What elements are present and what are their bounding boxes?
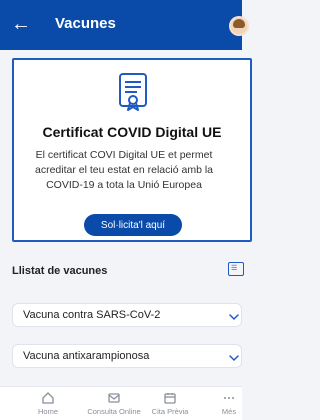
back-arrow-icon[interactable]: ← xyxy=(10,12,32,36)
vaccine-item-sarscov2[interactable]: Vacuna contra SARS-CoV-2 xyxy=(12,303,242,327)
nav-mes[interactable]: Més xyxy=(216,391,242,417)
nav-consulta-online[interactable]: Consulta Online xyxy=(87,391,141,417)
certificate-icon xyxy=(119,73,147,111)
covid-certificate-card: Certificat COVID Digital UE El certifica… xyxy=(12,58,252,242)
chevron-down-icon xyxy=(229,350,239,361)
vaccine-item-label: Vacuna contra SARS-CoV-2 xyxy=(23,309,161,321)
vaccine-item-antixarampionosa[interactable]: Vacuna antixarampionosa xyxy=(12,344,242,368)
vaccines-list-title: Llistat de vacunes xyxy=(12,265,108,277)
home-icon xyxy=(42,392,54,404)
nav-cita-previa[interactable]: Cita Prèvia xyxy=(150,391,190,417)
nav-home[interactable]: Home xyxy=(28,391,68,417)
request-certificate-button[interactable]: Sol·licita'l aquí xyxy=(84,214,182,236)
certificate-title: Certificat COVID Digital UE xyxy=(42,124,222,140)
certificate-description: El certificat COVI Digital UE et permet … xyxy=(34,149,213,191)
mail-icon xyxy=(108,393,120,403)
calendar-icon xyxy=(164,393,176,404)
page-title: Vacunes xyxy=(55,15,116,32)
nav-label: Consulta Online xyxy=(87,407,141,416)
app-header: ← Vacunes xyxy=(0,0,249,50)
chevron-down-icon xyxy=(229,309,239,320)
list-view-icon[interactable]: ☰ xyxy=(228,262,244,276)
more-icon xyxy=(224,397,234,399)
nav-label: Home xyxy=(37,407,59,416)
nav-label: Cita Prèvia xyxy=(151,407,189,416)
vaccine-item-label: Vacuna antixarampionosa xyxy=(23,350,150,362)
nav-label: Més xyxy=(221,407,237,416)
avatar[interactable] xyxy=(229,16,249,36)
bottom-navigation: Home Consulta Online Cita Prèvia Més xyxy=(0,386,242,420)
